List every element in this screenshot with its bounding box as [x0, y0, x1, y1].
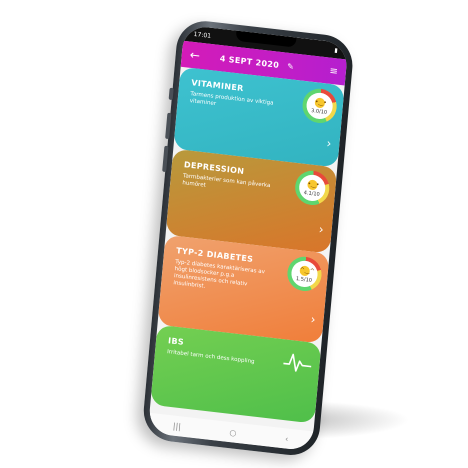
phone-device: 17:01 ▮ ← 4 SEPT 2020 ✎ ≡ VITAMINER Tarm… [141, 18, 355, 459]
phone-screen: 17:01 ▮ ← 4 SEPT 2020 ✎ ≡ VITAMINER Tarm… [147, 24, 349, 452]
score-gauge: •‿• 4.1/10 [293, 168, 331, 207]
menu-icon[interactable]: ≡ [329, 65, 338, 77]
heartbeat-icon [283, 353, 312, 372]
chevron-right-icon[interactable]: › [310, 312, 316, 327]
score-value: 4.1/10 [303, 189, 321, 198]
score-value: 1.5/10 [295, 275, 313, 284]
chevron-right-icon[interactable]: › [318, 222, 324, 237]
battery-icon: ▮ [334, 46, 339, 54]
back-icon[interactable]: ‹ [285, 434, 289, 443]
score-gauge: ^‿^ 1.5/10 [285, 254, 324, 293]
happy-face-icon: ^‿^ [299, 264, 316, 276]
score-value: 3.0/10 [310, 107, 328, 116]
arrow-left-icon[interactable]: ← [189, 48, 208, 64]
volume-down-button [162, 145, 169, 173]
edit-icon[interactable]: ✎ [287, 61, 295, 71]
status-time: 17:01 [193, 30, 212, 40]
neutral-face-icon: •‿• [307, 178, 320, 190]
header-date: 4 SEPT 2020 [219, 53, 280, 70]
mute-switch [168, 87, 174, 101]
recent-apps-icon[interactable]: ||| [173, 421, 182, 431]
card-desc: Typ-2 diabetes karaktäriseras av högt bl… [173, 259, 266, 290]
chevron-right-icon[interactable]: › [326, 136, 332, 151]
home-icon[interactable]: ○ [229, 427, 237, 437]
volume-up-button [165, 112, 172, 140]
score-gauge: •‿• 3.0/10 [301, 86, 339, 125]
stage: 17:01 ▮ ← 4 SEPT 2020 ✎ ≡ VITAMINER Tarm… [0, 0, 468, 468]
neutral-face-icon: •‿• [314, 96, 328, 108]
